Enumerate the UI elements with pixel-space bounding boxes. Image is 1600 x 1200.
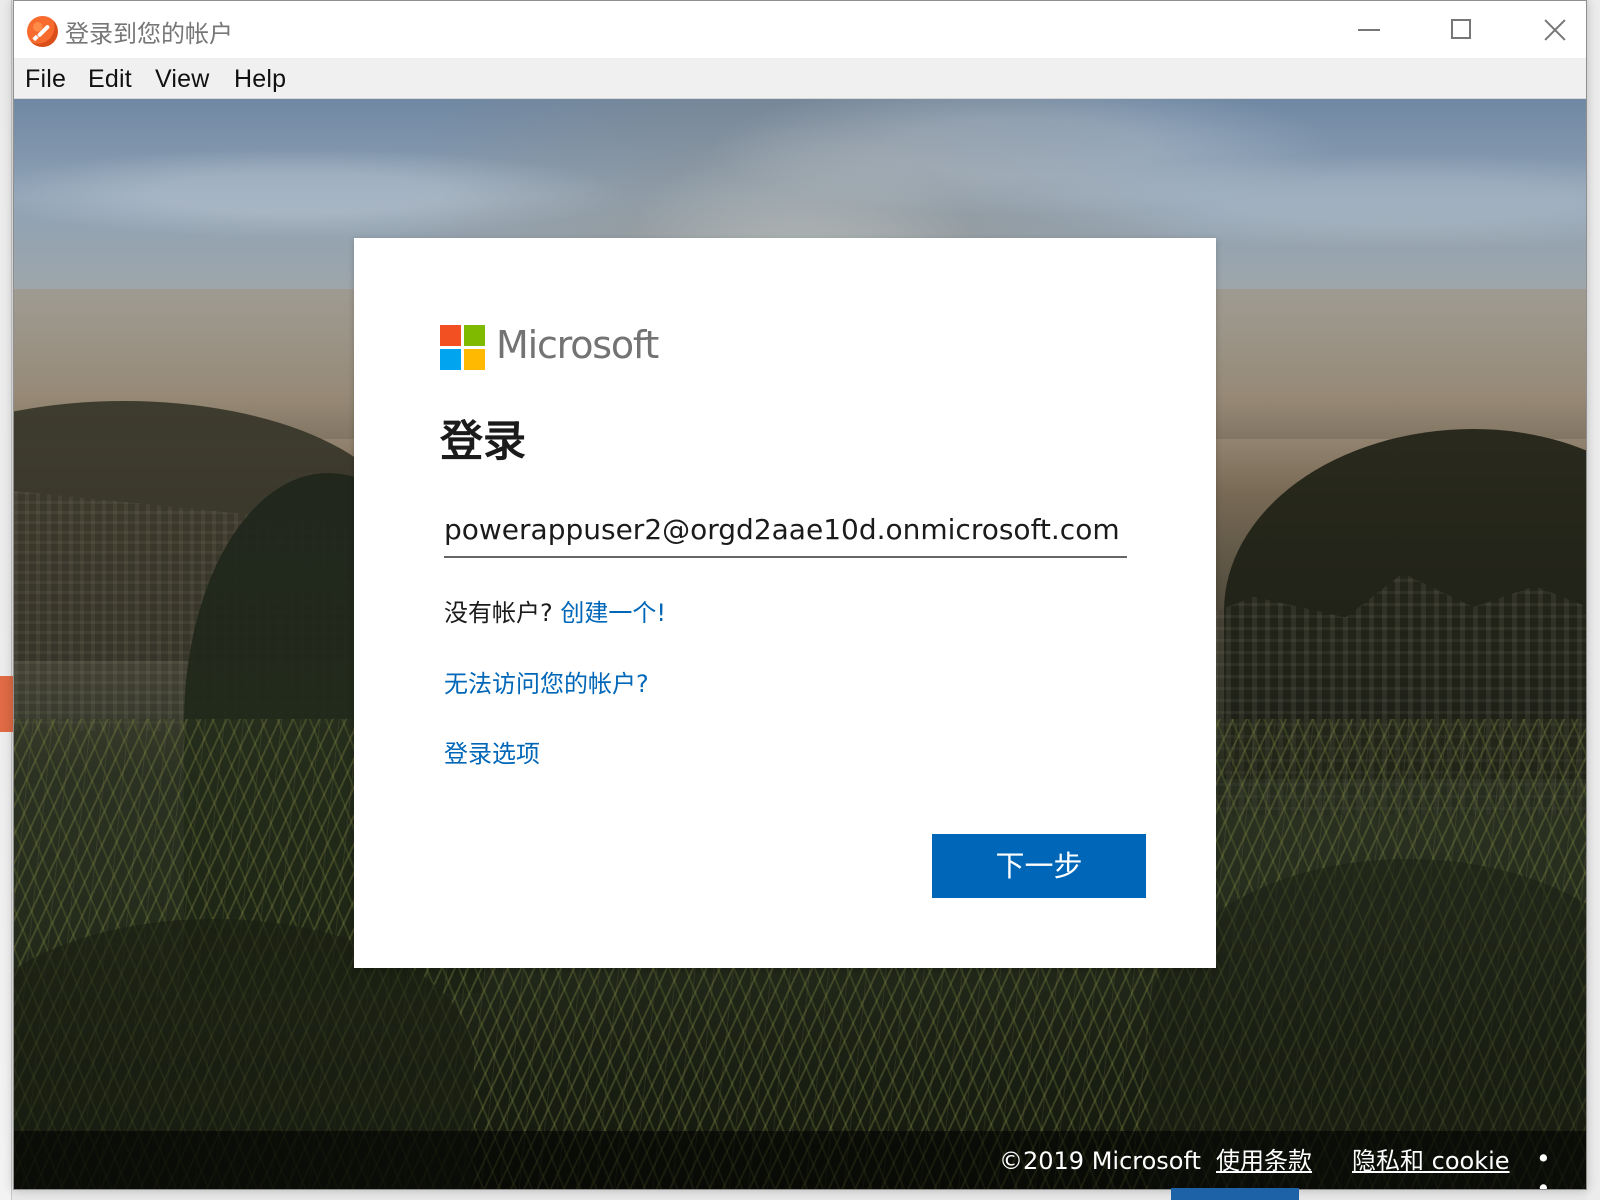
email-field[interactable] [444,503,1127,558]
microsoft-signin-page: Microsoft 登录 没有帐户? 创建一个! 无法访问您的帐户? 登录选项 … [14,99,1586,1189]
cannot-access-account-link[interactable]: 无法访问您的帐户? [444,667,649,701]
minimize-icon [1358,29,1380,31]
microsoft-logo-icon [440,325,485,370]
desktop-background: 登录到您的帐户 File Edit View Help Microsoft 登录… [0,0,1600,1200]
background-orange-tab [0,676,13,732]
menu-view[interactable]: View [155,64,210,94]
logo-yellow-square [464,349,485,370]
next-button[interactable]: 下一步 [932,834,1146,898]
close-window-button[interactable] [1506,1,1586,59]
maximize-button[interactable] [1415,1,1507,59]
logo-green-square [464,325,485,346]
menu-bar: File Edit View Help [14,59,1586,99]
signin-card: Microsoft 登录 没有帐户? 创建一个! 无法访问您的帐户? 登录选项 … [354,238,1216,968]
background-window-strip-right [1586,0,1600,1200]
no-account-row: 没有帐户? 创建一个! [444,596,666,630]
copyright-text: ©2019 Microsoft [999,1147,1201,1175]
minimize-button[interactable] [1325,1,1417,59]
window-title: 登录到您的帐户 [65,20,233,48]
create-account-link[interactable]: 创建一个! [560,599,666,627]
background-window-strip [0,0,12,1200]
menu-file[interactable]: File [25,64,66,94]
logo-blue-square [440,349,461,370]
microsoft-logo: Microsoft [440,323,700,375]
terms-link[interactable]: 使用条款 [1216,1146,1312,1176]
orange-pen-circle-icon [27,16,58,47]
signin-app-window: 登录到您的帐户 File Edit View Help Microsoft 登录… [13,0,1587,1190]
menu-help[interactable]: Help [234,64,286,94]
privacy-cookie-link[interactable]: 隐私和 cookie [1352,1146,1510,1176]
microsoft-brand-name: Microsoft [496,323,659,367]
more-options-icon[interactable]: • • • [1536,1144,1574,1189]
menu-edit[interactable]: Edit [88,64,132,94]
signin-heading: 登录 [440,417,526,467]
background-blue-tab [1171,1188,1299,1200]
signin-options-link[interactable]: 登录选项 [444,737,540,771]
signin-footer: ©2019 Microsoft 使用条款 隐私和 cookie • • • [14,1131,1586,1189]
no-account-text: 没有帐户? [444,599,553,627]
maximize-icon [1451,19,1471,39]
window-titlebar[interactable]: 登录到您的帐户 [14,1,1586,59]
logo-red-square [440,325,461,346]
close-icon [1543,18,1567,42]
